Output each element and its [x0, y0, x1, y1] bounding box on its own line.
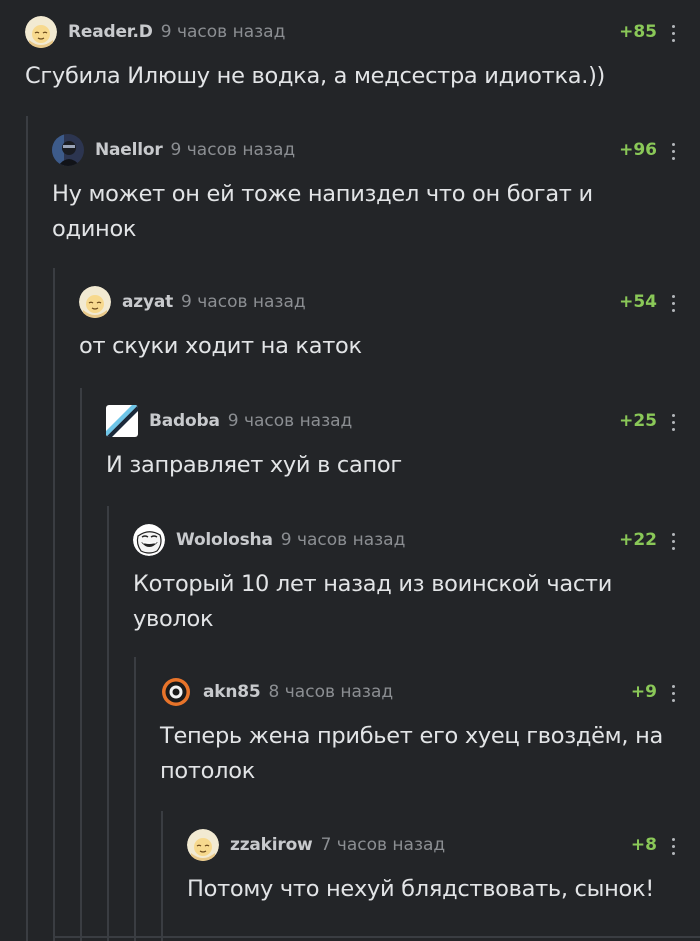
sleepy-face-avatar[interactable]	[79, 286, 111, 318]
rating-score: +22	[619, 530, 657, 550]
comment-header: Reader.D 9 часов назад +85	[25, 16, 678, 48]
comment-header: Naellor 9 часов назад +96	[52, 134, 678, 166]
timestamp: 9 часов назад	[181, 292, 306, 312]
thread-bottom-divider	[54, 936, 700, 938]
comment-header: zzakirow 7 часов назад +8	[187, 829, 678, 861]
more-options-icon[interactable]	[668, 141, 678, 161]
more-options-icon[interactable]	[668, 531, 678, 551]
username[interactable]: azyat 9 часов назад	[122, 292, 306, 312]
comment: zzakirow 7 часов назад +8 Потому что неху…	[187, 829, 678, 907]
sleepy-face-avatar[interactable]	[25, 16, 57, 48]
comment-text: И заправляет хуй в сапог	[106, 452, 402, 478]
username[interactable]: Wololosha 9 часов назад	[176, 530, 405, 550]
comment: azyat 9 часов назад +54 от скуки ходит на…	[79, 286, 678, 364]
comment: Badoba 9 часов назад +25 И заправляет хуй…	[106, 405, 678, 483]
rating-score: +96	[619, 140, 657, 160]
comment-text: Ну может он ей тоже напиздел что он бога…	[52, 181, 593, 242]
thread-line-level-3	[80, 388, 82, 941]
thread-line-level-4	[107, 506, 109, 941]
comment-text: Потому что нехуй блядствовать, сынок!	[187, 876, 654, 902]
thread-line-level-6	[161, 811, 163, 941]
diagonal-avatar[interactable]	[106, 405, 138, 437]
rating-score: +54	[619, 292, 657, 312]
comment-header: Badoba 9 часов назад +25	[106, 405, 678, 437]
comment: Naellor 9 часов назад +96 Ну может он ей …	[52, 134, 678, 247]
comment-text: от скуки ходит на каток	[79, 333, 362, 359]
timestamp: 9 часов назад	[170, 140, 296, 160]
ring-avatar[interactable]	[160, 676, 192, 708]
timestamp: 9 часов назад	[227, 411, 353, 431]
comment-header: Wololosha 9 часов назад +22	[133, 524, 678, 556]
comment: Wololosha 9 часов назад +22 Который 10 ле…	[133, 524, 678, 637]
username[interactable]: akn85 8 часов назад	[203, 682, 393, 702]
more-options-icon[interactable]	[668, 836, 678, 856]
comment-text: Сгубила Илюшу не водка, а медсестра идио…	[25, 63, 606, 89]
rating-score: +8	[630, 835, 657, 855]
rating-score: +25	[619, 411, 657, 431]
rating-score: +85	[619, 22, 657, 42]
timestamp: 8 часов назад	[268, 682, 394, 702]
comment-header: akn85 8 часов назад +9	[160, 676, 678, 708]
more-options-icon[interactable]	[668, 412, 678, 432]
more-options-icon[interactable]	[668, 683, 678, 703]
username[interactable]: Badoba 9 часов назад	[149, 411, 352, 431]
comment-header: azyat 9 часов назад +54	[79, 286, 678, 318]
username[interactable]: Naellor 9 часов назад	[95, 140, 295, 160]
timestamp: 9 часов назад	[280, 530, 406, 550]
comment-text: Который 10 лет назад из воинской части у…	[133, 571, 613, 632]
comment-text: Теперь жена прибьет его хуец гвоздём, на…	[160, 723, 663, 784]
comment: akn85 8 часов назад +9 Теперь жена прибье…	[160, 676, 678, 789]
more-options-icon[interactable]	[668, 293, 678, 313]
comment: Reader.D 9 часов назад +85 Сгубила Илюшу …	[25, 16, 678, 94]
troll-face-avatar[interactable]	[133, 524, 165, 556]
thread-line-level-5	[134, 657, 136, 941]
thread-line-level-1	[26, 116, 28, 941]
rating-score: +9	[630, 682, 657, 702]
sleepy-face-avatar[interactable]	[187, 829, 219, 861]
username[interactable]: Reader.D 9 часов назад	[68, 22, 285, 42]
username[interactable]: zzakirow 7 часов назад	[230, 835, 445, 855]
thread-line-level-2	[53, 268, 55, 941]
more-options-icon[interactable]	[668, 23, 678, 43]
timestamp: 7 часов назад	[320, 835, 446, 855]
timestamp: 9 часов назад	[160, 22, 286, 42]
photo-avatar[interactable]	[52, 134, 84, 166]
